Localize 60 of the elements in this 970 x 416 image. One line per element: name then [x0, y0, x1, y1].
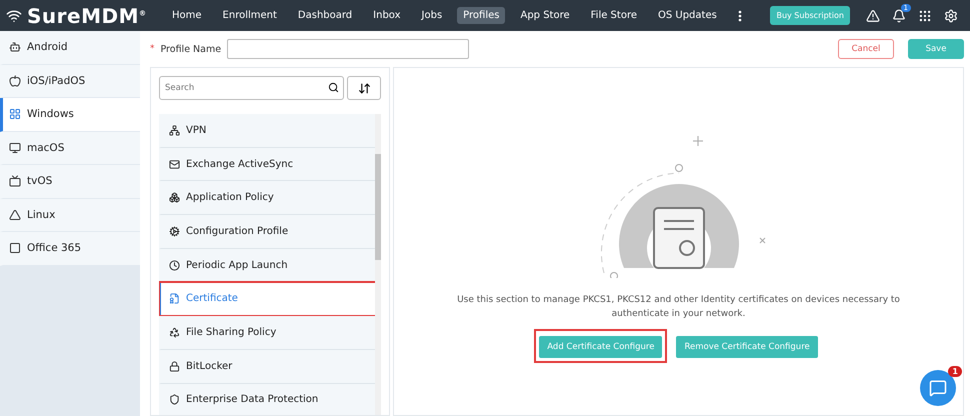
nav-tab[interactable]: Jobs	[416, 7, 448, 24]
certificate-icon	[169, 293, 180, 304]
scrollbar[interactable]	[375, 114, 381, 415]
platform-item[interactable]: tvOS	[0, 165, 140, 198]
more-icon[interactable]	[738, 10, 742, 22]
policy-item[interactable]: File Sharing Policy	[159, 316, 375, 350]
settings-icon[interactable]	[944, 8, 958, 22]
profile-name-field[interactable]	[227, 39, 470, 59]
cancel-button[interactable]: Cancel	[838, 39, 894, 59]
policy-item[interactable]: VPN	[159, 114, 375, 148]
nav-tab[interactable]: File Store	[584, 7, 643, 24]
platform-item[interactable]: Linux	[0, 198, 140, 232]
chat-icon	[929, 379, 947, 397]
policy-item[interactable]: Exchange ActiveSync	[159, 148, 375, 182]
platform-item[interactable]: Windows	[0, 98, 140, 132]
network-icon	[169, 124, 180, 136]
nav-tab[interactable]: Home	[166, 7, 208, 24]
wifi-logo-icon	[6, 8, 22, 24]
nav-tab[interactable]: Inbox	[367, 7, 407, 24]
policy-item[interactable]: Configuration Profile	[159, 215, 375, 249]
square-icon	[9, 242, 21, 254]
sort-button[interactable]	[347, 76, 381, 100]
lock-icon	[169, 360, 180, 372]
boxes-icon	[169, 192, 180, 204]
required-mark: *	[150, 44, 154, 54]
description-text: Use this section to manage PKCS1, PKCS12 and other Identity certificates on devices necessary to authenticate in your network.	[456, 294, 901, 320]
search-field[interactable]: Search	[159, 76, 344, 100]
monitor-icon	[9, 142, 21, 154]
apple-icon	[9, 74, 21, 87]
brand-logo: SureMDM$^{®}$	[27, 4, 146, 28]
profile-name-label: Profile Name	[160, 44, 222, 54]
warning-icon[interactable]	[866, 8, 880, 22]
robot-icon	[9, 41, 21, 54]
tv-icon	[9, 175, 21, 188]
search-icon	[328, 82, 339, 93]
gear-icon	[169, 226, 180, 237]
shield-icon	[169, 394, 180, 406]
sort-icon	[358, 82, 370, 94]
platform-item[interactable]: Android	[0, 31, 140, 64]
policy-item[interactable]: Periodic App Launch	[159, 248, 375, 282]
bell-icon[interactable]	[892, 8, 906, 22]
nav-tab[interactable]: Profiles	[457, 7, 506, 24]
nav-tab[interactable]: Dashboard	[292, 7, 358, 24]
chat-button[interactable]	[920, 370, 956, 406]
mail-icon	[169, 158, 180, 170]
recycle-icon	[169, 326, 180, 338]
nav-tab[interactable]: Enrollment	[216, 7, 283, 24]
triangle-icon	[9, 208, 21, 221]
platform-item[interactable]: iOS/iPadOS	[0, 64, 140, 98]
platform-item[interactable]: macOS	[0, 132, 140, 165]
policy-item[interactable]: Application Policy	[159, 181, 375, 216]
grid-icon	[9, 108, 21, 120]
clock-icon	[169, 260, 180, 271]
policy-item[interactable]: BitLocker	[159, 350, 375, 384]
policy-item[interactable]: Enterprise Data Protection	[159, 384, 375, 415]
apps-grid-icon[interactable]	[918, 8, 932, 22]
nav-tab[interactable]: OS Updates	[652, 7, 723, 24]
platform-item[interactable]: Office 365	[0, 232, 140, 266]
nav-tab[interactable]: App Store	[514, 7, 576, 24]
chat-badge: 1	[948, 366, 962, 377]
